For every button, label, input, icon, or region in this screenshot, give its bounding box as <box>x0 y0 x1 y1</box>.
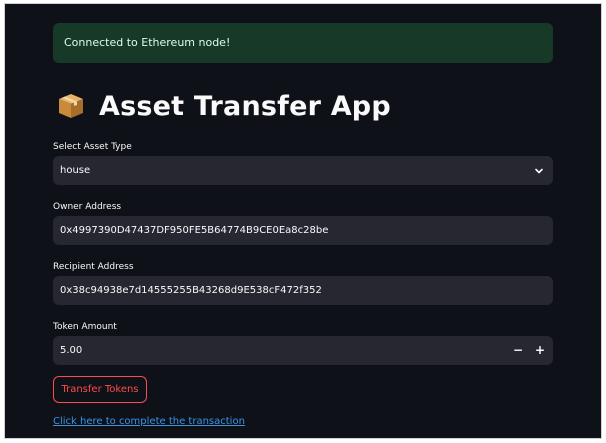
owner-address-input[interactable]: 0x4997390D47437DF950FE5B64774B9CE0Ea8c28… <box>53 216 553 245</box>
page-header: Asset Transfer App <box>57 88 391 124</box>
alert-text: Connected to Ethereum node! <box>64 36 231 49</box>
complete-transaction-link[interactable]: Click here to complete the transaction <box>53 416 245 427</box>
token-amount-label: Token Amount <box>53 322 117 332</box>
owner-address-label: Owner Address <box>53 202 122 212</box>
recipient-address-input[interactable]: 0x38c94938e7d14555255B43268d9E538cF472f3… <box>53 276 553 305</box>
token-amount-input[interactable]: 5.00 − + <box>53 336 553 365</box>
increment-button[interactable]: + <box>529 336 551 365</box>
owner-address-value: 0x4997390D47437DF950FE5B64774B9CE0Ea8c28… <box>60 225 329 236</box>
asset-type-value: house <box>60 165 91 176</box>
asset-type-select[interactable]: house <box>53 156 553 185</box>
recipient-address-value: 0x38c94938e7d14555255B43268d9E538cF472f3… <box>60 285 322 296</box>
success-alert: Connected to Ethereum node! <box>53 23 553 63</box>
token-amount-value: 5.00 <box>60 345 83 356</box>
transfer-tokens-button[interactable]: Transfer Tokens <box>53 376 147 403</box>
recipient-address-label: Recipient Address <box>53 262 134 272</box>
page-title: Asset Transfer App <box>99 90 391 122</box>
app-window: Connected to Ethereum node! Asset Transf… <box>4 3 602 439</box>
asset-type-label: Select Asset Type <box>53 142 132 152</box>
decrement-button[interactable]: − <box>507 336 529 365</box>
chevron-down-icon[interactable] <box>534 166 544 176</box>
package-icon <box>59 94 83 118</box>
